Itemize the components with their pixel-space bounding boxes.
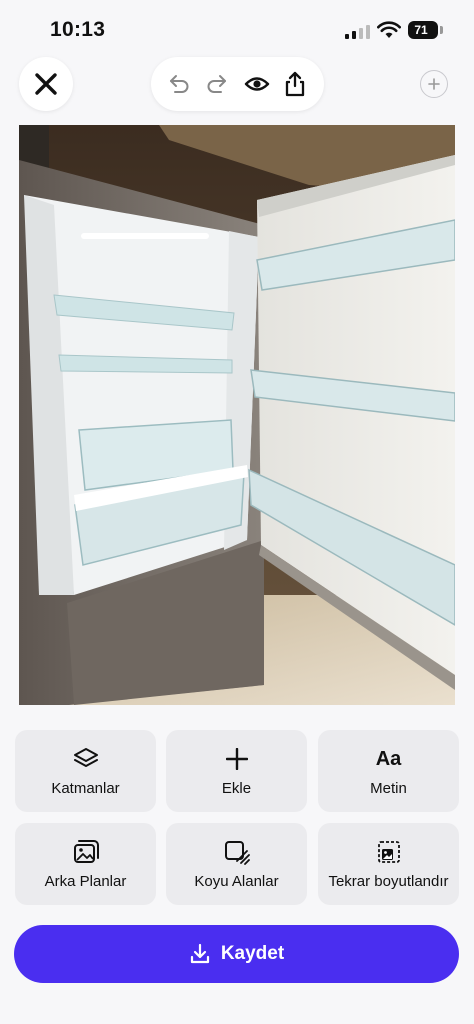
- layers-icon: [73, 748, 98, 767]
- share-button[interactable]: [281, 70, 309, 98]
- download-icon: [190, 943, 209, 964]
- undo-icon: [170, 75, 189, 93]
- close-button[interactable]: [19, 57, 73, 111]
- redo-icon: [207, 75, 226, 93]
- undo-button[interactable]: [165, 70, 193, 98]
- dark-areas-label: Koyu Alanlar: [194, 873, 279, 890]
- dark-areas-icon: [224, 841, 250, 865]
- backgrounds-button[interactable]: Arka Planlar: [15, 823, 156, 905]
- resize-button[interactable]: Tekrar boyutlandır: [318, 823, 459, 905]
- add-button[interactable]: [420, 70, 448, 98]
- resize-label: Tekrar boyutlandır: [328, 873, 449, 890]
- status-bar: 10:13 71: [0, 0, 474, 56]
- wifi-icon: [377, 21, 401, 38]
- preview-button[interactable]: [243, 70, 271, 98]
- refrigerator-photo: [19, 125, 455, 705]
- dark-areas-button[interactable]: Koyu Alanlar: [166, 823, 307, 905]
- backgrounds-label: Arka Planlar: [44, 873, 127, 890]
- eye-icon: [244, 77, 270, 91]
- battery-indicator: 71: [408, 21, 438, 39]
- layers-label: Katmanlar: [51, 780, 120, 797]
- layers-button[interactable]: Katmanlar: [15, 730, 156, 812]
- photo-canvas[interactable]: [19, 125, 455, 705]
- add-element-button[interactable]: Ekle: [166, 730, 307, 812]
- text-button[interactable]: Aa Metin: [318, 730, 459, 812]
- redo-button[interactable]: [203, 70, 231, 98]
- add-label: Ekle: [221, 780, 252, 797]
- plus-icon: [225, 748, 248, 770]
- battery-percentage: 71: [414, 23, 428, 37]
- close-icon: [35, 73, 57, 95]
- save-button[interactable]: Kaydet: [14, 925, 459, 983]
- text-label: Metin: [370, 780, 407, 797]
- resize-icon: [377, 841, 400, 863]
- battery-tip: [440, 26, 443, 34]
- plus-circle-icon: [428, 78, 440, 90]
- cellular-signal-icon: [345, 25, 370, 39]
- edit-toolbar: [151, 57, 324, 111]
- text-icon: Aa: [375, 747, 402, 770]
- status-time: 10:13: [50, 18, 106, 41]
- save-label: Kaydet: [220, 943, 285, 964]
- backgrounds-icon: [73, 840, 99, 863]
- share-icon: [285, 71, 305, 97]
